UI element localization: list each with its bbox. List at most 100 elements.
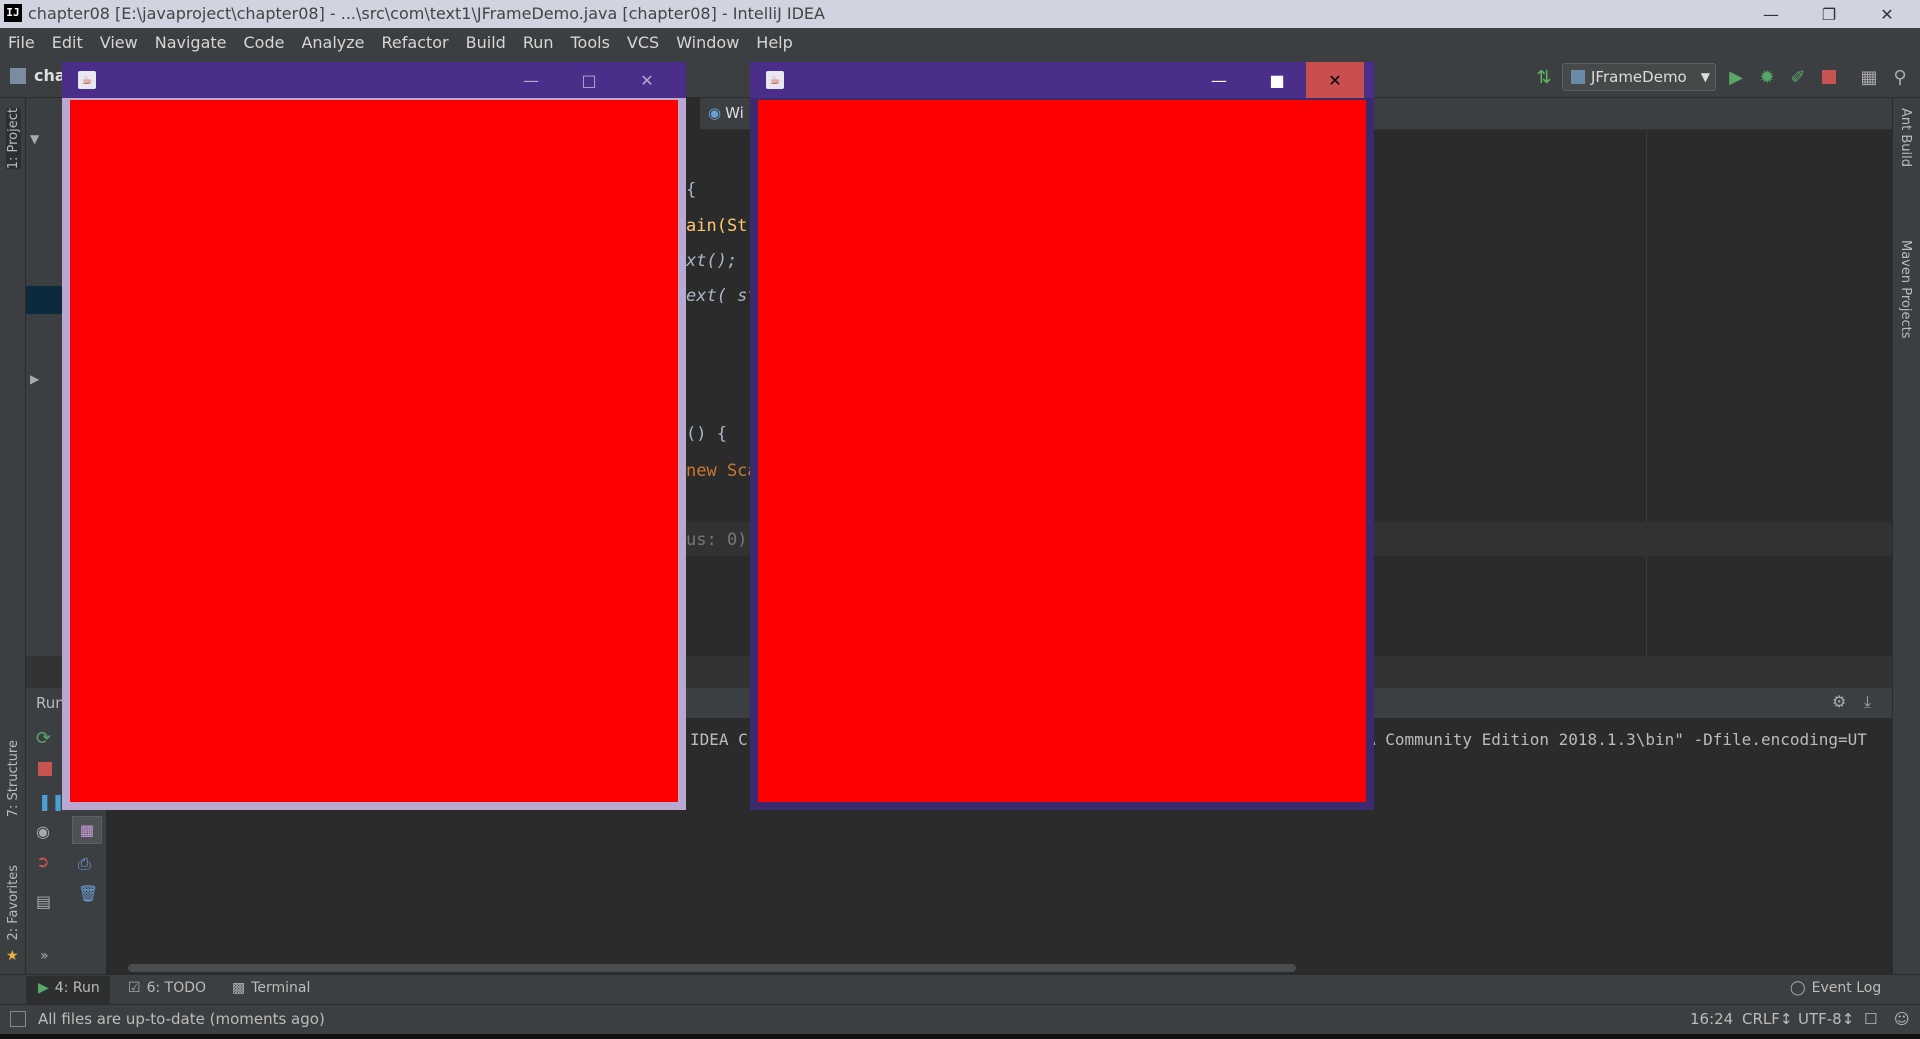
tab-terminal-label: Terminal xyxy=(251,980,311,996)
menu-analyze[interactable]: Analyze xyxy=(301,33,364,52)
chevron-down-icon: ▼ xyxy=(1700,70,1710,84)
tab-maven-projects[interactable]: Maven Projects xyxy=(1898,240,1913,339)
star-icon: ★ xyxy=(6,948,19,964)
minimize-icon: — xyxy=(1763,4,1779,24)
java-icon: ☕ xyxy=(766,71,784,89)
menu-tools[interactable]: Tools xyxy=(571,33,610,52)
menu-code[interactable]: Code xyxy=(244,33,285,52)
menu-refactor[interactable]: Refactor xyxy=(382,33,449,52)
menu-view[interactable]: View xyxy=(100,33,138,52)
stop-button[interactable] xyxy=(1818,66,1840,88)
tab-project[interactable]: 1: Project xyxy=(6,108,21,170)
minimize-icon: — xyxy=(523,70,539,90)
menu-vcs[interactable]: VCS xyxy=(627,33,659,52)
run-toolbar xyxy=(26,718,66,974)
stop-run-icon[interactable] xyxy=(38,762,52,776)
line-separator[interactable]: CRLF↕ xyxy=(1742,1010,1792,1028)
code-line: new Sca xyxy=(686,461,758,481)
trash-icon[interactable]: 🗑 xyxy=(78,884,98,903)
editor-tab[interactable]: ◉ Wi xyxy=(708,104,744,122)
project-structure-icon[interactable]: ▦ xyxy=(1858,66,1880,88)
stop-icon xyxy=(1822,70,1836,84)
window-title-bar: IJ chapter08 [E:\javaproject\chapter08] … xyxy=(0,0,1920,28)
coverage-icon[interactable]: ✐ xyxy=(1787,66,1809,88)
jframe-window-2[interactable]: ☕ — ■ ✕ xyxy=(750,62,1374,810)
toggle-tool-windows-icon[interactable] xyxy=(10,1011,26,1027)
project-folder-icon xyxy=(10,68,26,84)
close-icon: ✕ xyxy=(640,70,654,90)
run-config-label: JFrameDemo xyxy=(1591,68,1687,86)
hide-panel-icon[interactable]: ⤓ xyxy=(1864,692,1871,712)
restore-button[interactable]: ❐ xyxy=(1800,0,1858,28)
right-tool-strip xyxy=(1892,98,1920,974)
caret-position[interactable]: 16:24 xyxy=(1690,1010,1733,1028)
console-line: A Community Edition 2018.1.3\bin" -Dfile… xyxy=(1366,730,1867,749)
menu-run[interactable]: Run xyxy=(523,33,554,52)
tab-structure[interactable]: 7: Structure xyxy=(6,740,21,817)
camera-icon[interactable]: ◉ xyxy=(36,822,50,841)
jframe-close-button[interactable]: ✕ xyxy=(1306,62,1364,98)
left-tool-strip xyxy=(0,98,26,974)
tab-favorites[interactable]: 2: Favorites xyxy=(6,865,21,941)
jframe-close-button[interactable]: ✕ xyxy=(618,62,676,98)
status-message: All files are up-to-date (moments ago) xyxy=(38,1010,325,1028)
jframe-minimize-button[interactable]: — xyxy=(1190,62,1248,98)
jframe-maximize-button[interactable]: ■ xyxy=(1248,62,1306,98)
jframe-maximize-button[interactable]: □ xyxy=(560,62,618,98)
layout-icon[interactable]: ▤ xyxy=(36,892,51,911)
run-icon[interactable]: ▶ xyxy=(1725,66,1747,88)
console-horizontal-scrollbar[interactable] xyxy=(128,964,1296,972)
rerun-icon[interactable]: ⟳ xyxy=(36,728,51,749)
run-icon: ▶ xyxy=(38,980,49,996)
minimize-icon: — xyxy=(1211,70,1227,90)
jframe-title-bar[interactable]: ☕ — □ ✕ xyxy=(62,62,686,98)
project-breadcrumb[interactable]: cha xyxy=(34,66,66,85)
editor-tab-label: Wi xyxy=(725,104,744,122)
tab-todo[interactable]: ☑ 6: TODO xyxy=(128,980,206,996)
java-icon: ☕ xyxy=(78,71,96,89)
gear-icon[interactable]: ⚙ xyxy=(1832,692,1846,711)
intellij-icon: IJ xyxy=(4,4,22,22)
menu-navigate[interactable]: Navigate xyxy=(155,33,227,52)
todo-icon: ☑ xyxy=(128,980,141,996)
collapse-arrow-icon[interactable]: ▶ xyxy=(30,372,39,386)
tab-event-log[interactable]: ◯ Event Log xyxy=(1790,980,1881,996)
tab-terminal[interactable]: ▩ Terminal xyxy=(232,980,310,996)
search-icon[interactable]: ⚲ xyxy=(1889,66,1911,88)
exit-icon[interactable]: ➲ xyxy=(36,852,49,871)
file-encoding[interactable]: UTF-8↕ xyxy=(1798,1010,1854,1028)
jframe-window-1[interactable]: ☕ — □ ✕ xyxy=(62,62,686,810)
java-class-icon xyxy=(1571,70,1585,84)
run-config-dropdown[interactable]: JFrameDemo ▼ xyxy=(1562,63,1716,91)
expand-arrow-icon[interactable]: ▼ xyxy=(30,132,39,146)
pause-icon[interactable]: ❚❚ xyxy=(38,792,65,811)
inspector-icon[interactable]: ☺ xyxy=(1894,1010,1910,1028)
minimize-button[interactable]: — xyxy=(1742,0,1800,28)
code-line: { xyxy=(686,180,697,200)
menu-edit[interactable]: Edit xyxy=(52,33,83,52)
menu-build[interactable]: Build xyxy=(466,33,506,52)
tab-run[interactable]: ▶ 4: Run xyxy=(38,980,100,996)
code-line: us: 0); xyxy=(686,530,758,550)
soft-wrap-icon[interactable]: ▦ xyxy=(72,816,102,844)
more-icon[interactable]: » xyxy=(40,948,49,964)
jframe-content-red xyxy=(758,100,1366,802)
build-icon[interactable]: ⇅ xyxy=(1533,66,1555,88)
maximize-icon: □ xyxy=(581,70,597,90)
lock-icon[interactable]: ☐ xyxy=(1864,1010,1877,1028)
menu-file[interactable]: File xyxy=(8,33,35,52)
tab-event-log-label: Event Log xyxy=(1811,980,1882,996)
event-log-icon: ◯ xyxy=(1790,980,1806,996)
right-margin-guide xyxy=(1646,130,1647,656)
debug-icon[interactable]: ✹ xyxy=(1756,66,1778,88)
menu-help[interactable]: Help xyxy=(756,33,792,52)
terminal-icon: ▩ xyxy=(232,980,246,996)
jframe-title-bar[interactable]: ☕ — ■ ✕ xyxy=(750,62,1374,98)
jframe-content-red xyxy=(70,100,678,802)
menu-window[interactable]: Window xyxy=(676,33,739,52)
run-panel-title: Run xyxy=(36,694,65,712)
close-button[interactable]: ✕ xyxy=(1858,0,1916,28)
tab-ant-build[interactable]: Ant Build xyxy=(1898,108,1913,167)
jframe-minimize-button[interactable]: — xyxy=(502,62,560,98)
print-icon[interactable]: ⎙ xyxy=(78,854,91,874)
